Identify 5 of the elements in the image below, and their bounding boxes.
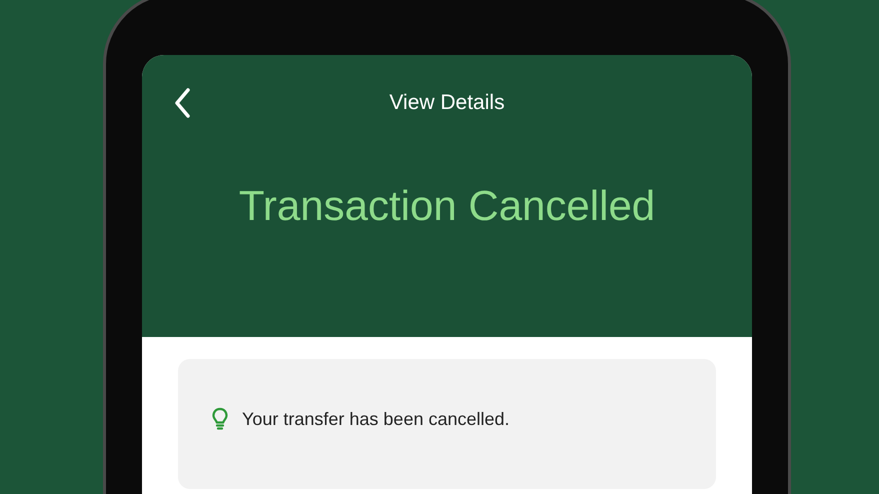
notice-message: Your transfer has been cancelled.: [242, 408, 510, 430]
screen-title: View Details: [389, 90, 505, 116]
lightbulb-icon: [212, 407, 228, 431]
back-icon: [174, 88, 190, 118]
status-heading: Transaction Cancelled: [238, 185, 656, 227]
